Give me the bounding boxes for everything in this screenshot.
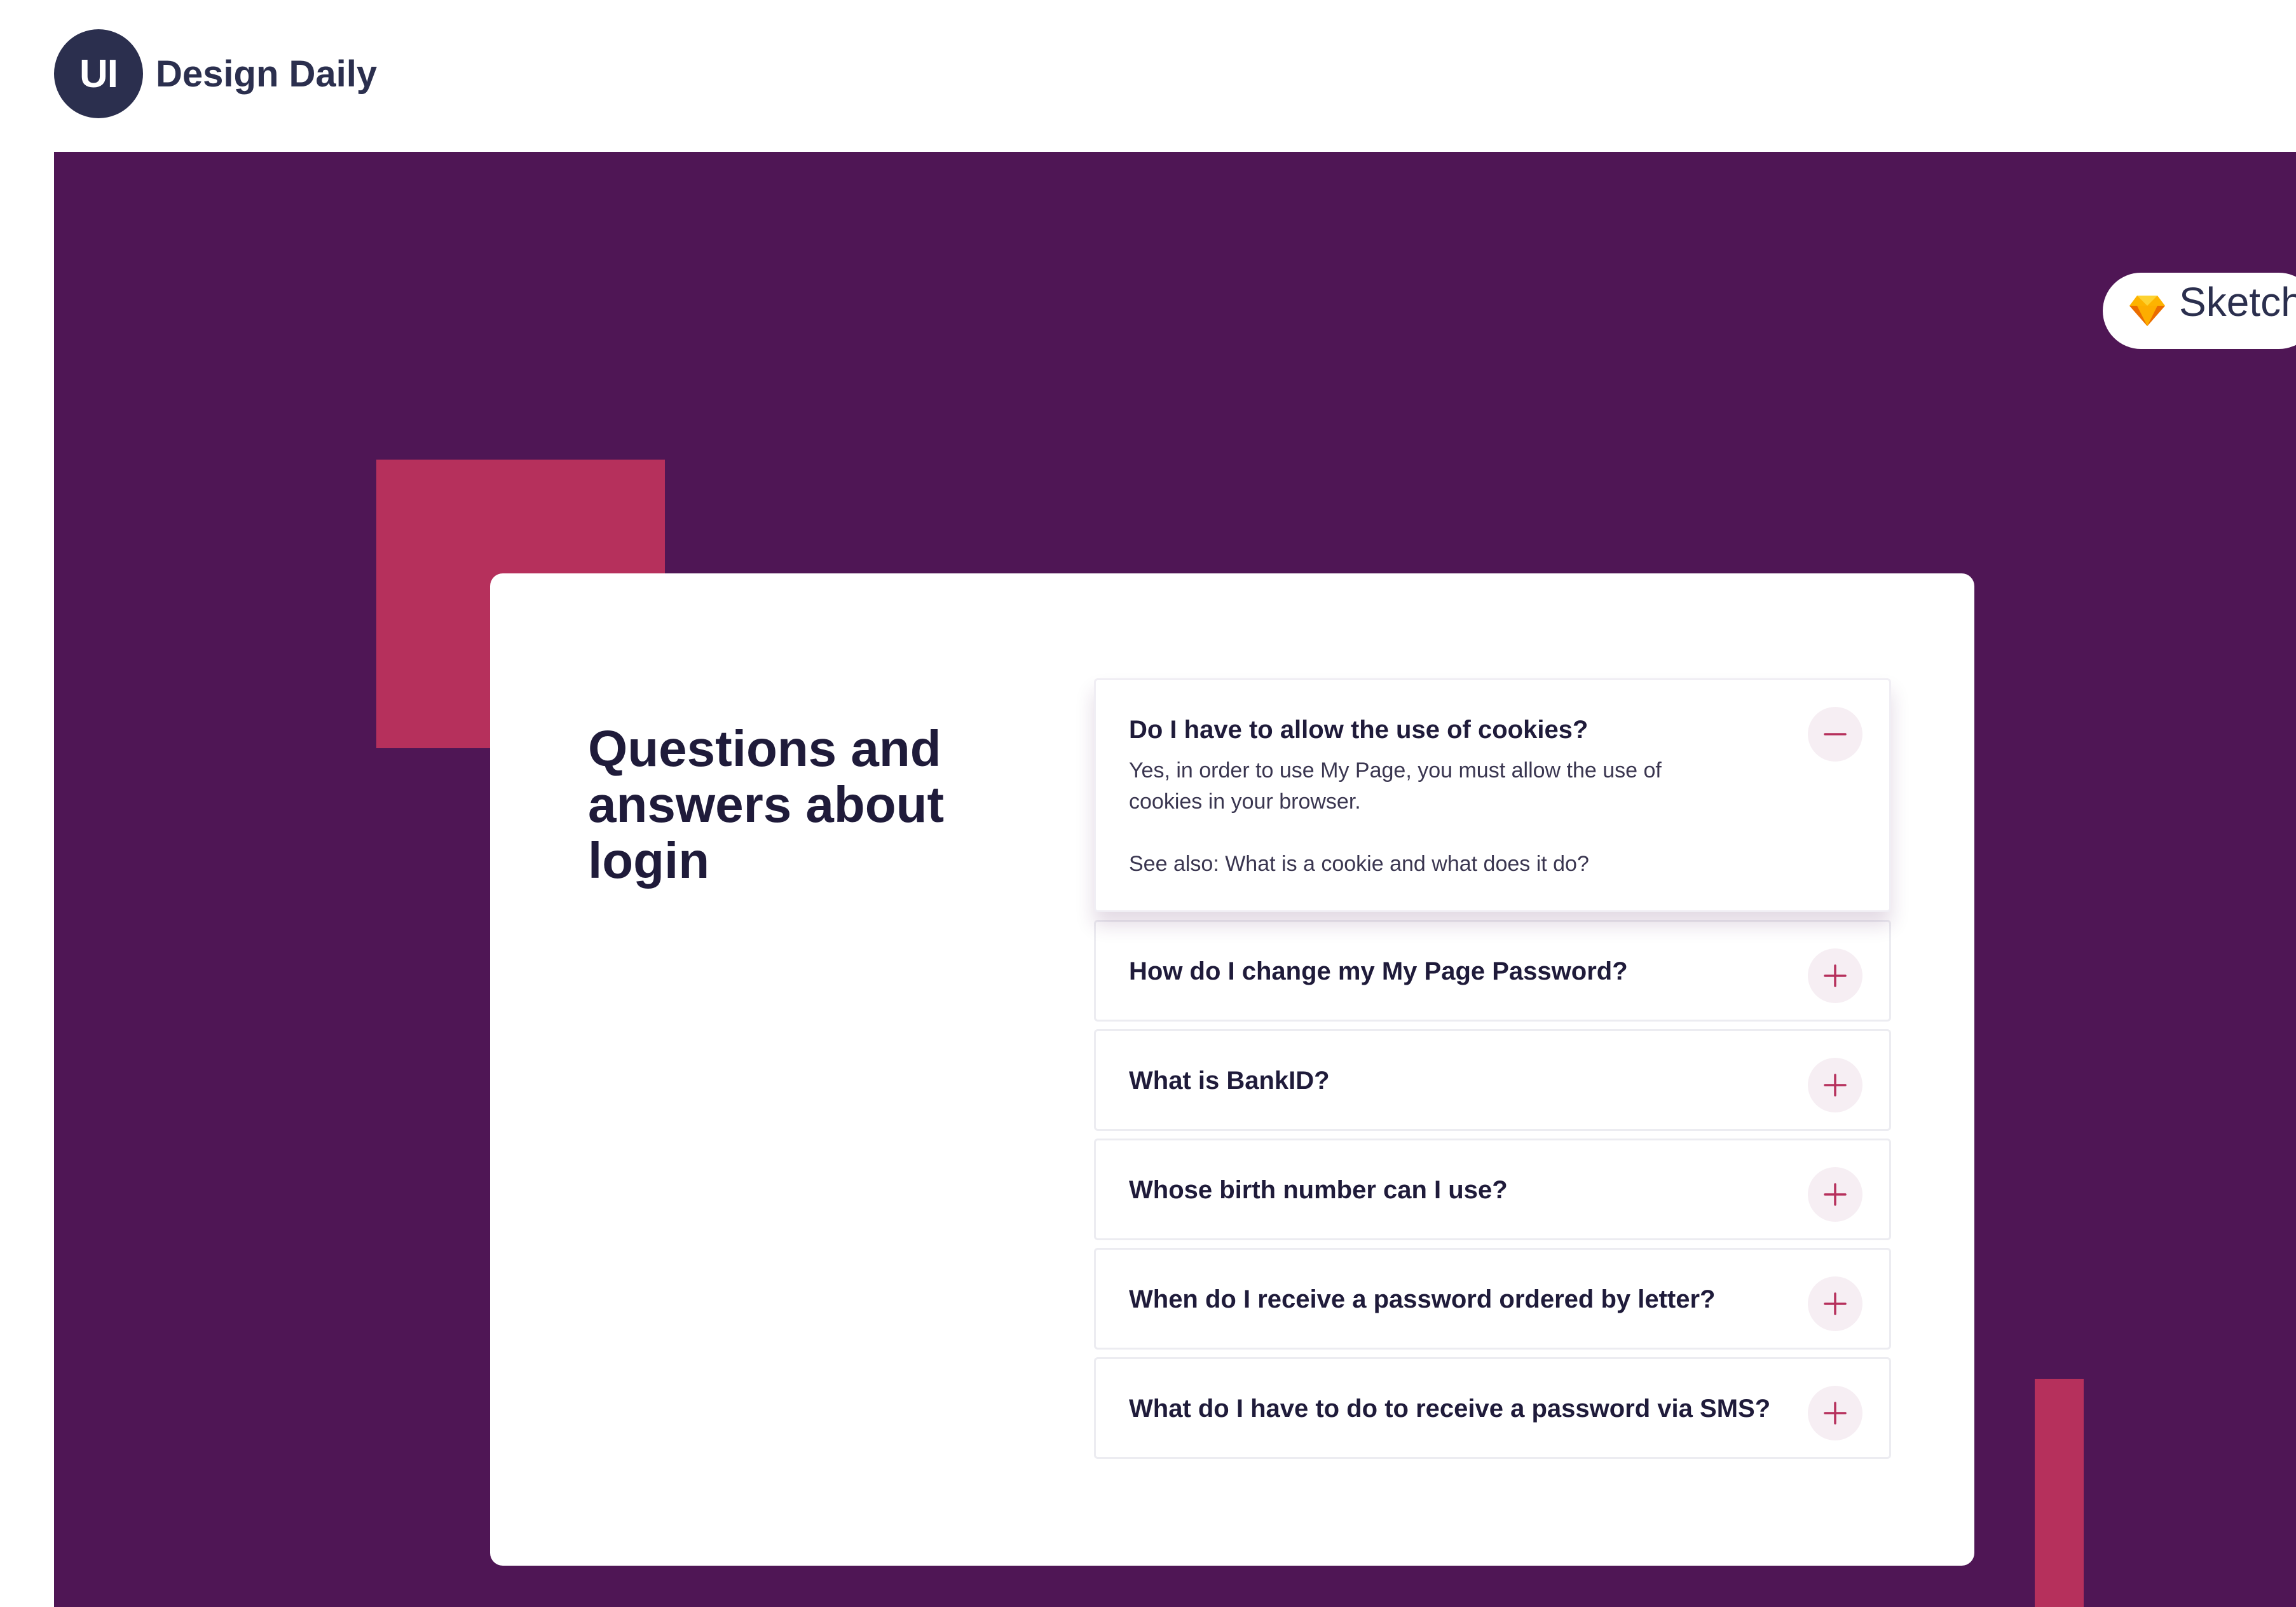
expand-button[interactable]	[1808, 948, 1862, 1003]
faq-item-password-letter[interactable]: When do I receive a password ordered by …	[1094, 1248, 1891, 1350]
faq-question[interactable]: Whose birth number can I use?	[1129, 1176, 1508, 1205]
faq-item-birth-number[interactable]: Whose birth number can I use?	[1094, 1139, 1891, 1240]
plus-icon	[1824, 964, 1847, 987]
decorative-corner-vertical	[2035, 1379, 2084, 1607]
expand-button[interactable]	[1808, 1058, 1862, 1112]
faq-answer-text: Yes, in order to use My Page, you must a…	[1129, 758, 1662, 814]
faq-item-bankid[interactable]: What is BankID?	[1094, 1029, 1891, 1131]
page-title: Questions and answers about login	[588, 720, 945, 889]
showcase-area: Sketch Questions and answers about login…	[54, 152, 2296, 1607]
expand-button[interactable]	[1808, 1167, 1862, 1222]
faq-question[interactable]: What do I have to do to receive a passwo…	[1129, 1395, 1770, 1423]
faq-question[interactable]: Do I have to allow the use of cookies?	[1129, 716, 1588, 744]
faq-accordion: Do I have to allow the use of cookies? Y…	[1094, 678, 1891, 1467]
brand-logo-badge: UI	[54, 29, 143, 118]
brand-name: Design Daily	[156, 53, 378, 95]
collapse-button[interactable]	[1808, 707, 1862, 762]
faq-item-cookies[interactable]: Do I have to allow the use of cookies? Y…	[1094, 678, 1891, 912]
plus-icon	[1824, 1183, 1847, 1206]
tool-badge: Sketch	[2103, 273, 2296, 349]
brand[interactable]: UI Design Daily	[54, 29, 377, 118]
top-bar: UI Design Daily	[0, 0, 2296, 152]
expand-button[interactable]	[1808, 1276, 1862, 1331]
plus-icon	[1824, 1402, 1847, 1425]
plus-icon	[1824, 1074, 1847, 1097]
plus-icon	[1824, 1292, 1847, 1315]
faq-question[interactable]: What is BankID?	[1129, 1067, 1330, 1095]
faq-see-also-link[interactable]: See also: What is a cookie and what does…	[1129, 849, 1739, 880]
faq-question[interactable]: How do I change my My Page Password?	[1129, 957, 1628, 986]
faq-answer: Yes, in order to use My Page, you must a…	[1129, 755, 1739, 880]
tool-label: Sketch	[2179, 279, 2296, 325]
faq-card: Questions and answers about login Do I h…	[490, 573, 1974, 1566]
faq-question[interactable]: When do I receive a password ordered by …	[1129, 1285, 1715, 1314]
sketch-diamond-icon	[2129, 296, 2165, 326]
faq-item-password-sms[interactable]: What do I have to do to receive a passwo…	[1094, 1357, 1891, 1459]
faq-item-change-password[interactable]: How do I change my My Page Password?	[1094, 920, 1891, 1022]
minus-icon	[1824, 733, 1847, 735]
expand-button[interactable]	[1808, 1386, 1862, 1440]
